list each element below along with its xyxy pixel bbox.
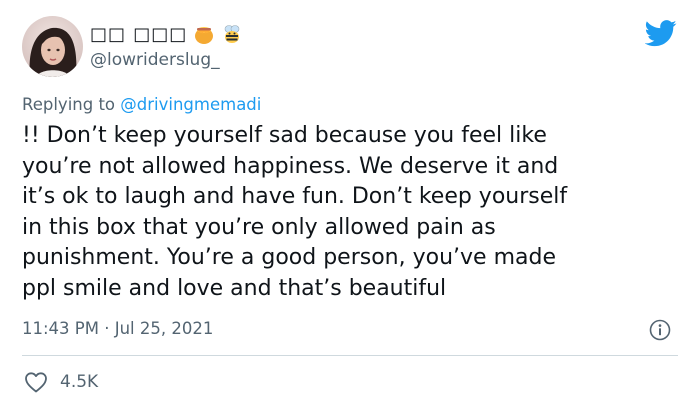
divider [22,355,678,356]
user-handle[interactable]: @lowriderslug_ [90,50,220,70]
honey-pot-icon [193,23,215,45]
tweet-card: □□ □□□ @lowriderslug_ Replying to @drivi… [0,0,700,411]
twitter-bird-icon[interactable] [644,20,677,47]
avatar[interactable] [22,16,83,77]
replying-to-line: Replying to @drivingmemadi [22,95,261,114]
bee-icon [221,23,243,45]
reply-mention-link[interactable]: @drivingmemadi [120,95,261,114]
info-icon[interactable] [649,319,671,341]
tweet-text: !! Don’t keep yourself sad because you f… [22,123,568,301]
heart-icon [25,372,47,393]
like-count: 4.5K [60,372,99,392]
replying-to-label: Replying to [22,95,121,114]
display-name: □□ □□□ [90,23,188,45]
display-name-row[interactable]: □□ □□□ [90,22,243,46]
tweet-timestamp[interactable]: 11:43 PM · Jul 25, 2021 [22,319,213,338]
like-button[interactable]: 4.5K [24,371,98,393]
